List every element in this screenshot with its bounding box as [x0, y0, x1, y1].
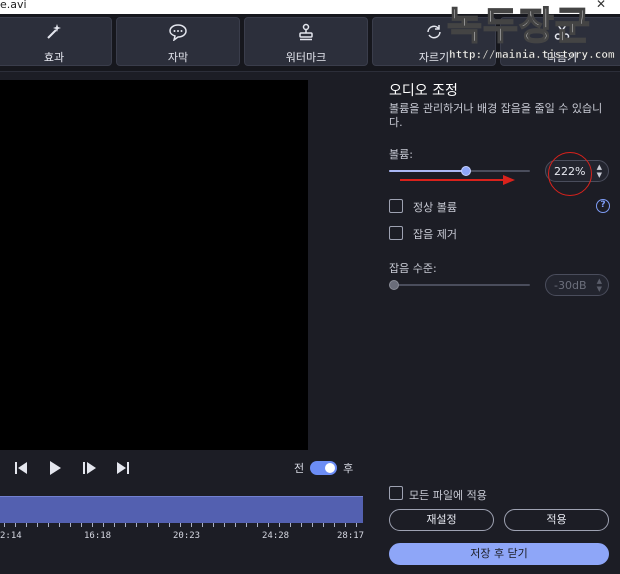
panel-title: 오디오 조정	[389, 83, 458, 99]
timeline-tick	[356, 523, 357, 527]
save-and-close-button[interactable]: 저장 후 닫기	[389, 543, 609, 565]
timeline-tick	[92, 523, 93, 527]
step-forward-icon	[83, 462, 96, 474]
timeline-tick	[169, 523, 170, 527]
timeline-tick	[334, 523, 335, 527]
timeline-track[interactable]	[0, 496, 363, 523]
audio-adjust-panel: 오디오 조정 볼륨을 관리하거나 배경 잡음을 줄일 수 있습니다. 볼륨: 2…	[377, 80, 620, 574]
panel-description: 볼륨을 관리하거나 배경 잡음을 줄일 수 있습니다.	[389, 102, 603, 129]
speech-bubble-icon	[117, 23, 239, 41]
timeline-tick	[136, 523, 137, 527]
timeline-tick	[158, 523, 159, 527]
previous-frame-button[interactable]	[12, 459, 30, 477]
tab-subtitles-label: 자막	[167, 51, 189, 64]
timeline-tick	[312, 523, 313, 527]
tab-effects-label: 효과	[43, 51, 65, 64]
noise-level-spinner[interactable]: -30dB ▲ ▼	[545, 274, 609, 296]
timeline-label: 20:23	[173, 531, 201, 541]
timeline-tick	[70, 523, 71, 527]
normalize-label: 정상 볼륨	[413, 201, 457, 214]
annotation-circle	[548, 152, 592, 196]
timeline-tick	[59, 523, 60, 527]
timeline-tick	[125, 523, 126, 527]
site-watermark: 녹두장군 http://mainia.tistory.com	[446, 2, 617, 80]
next-frame-button[interactable]	[80, 459, 98, 477]
timeline-tick	[26, 523, 27, 527]
watermark-text: 녹두장군	[446, 2, 591, 49]
magic-wand-icon	[0, 23, 111, 41]
skip-forward-icon	[117, 462, 129, 474]
timeline-tick	[147, 523, 148, 527]
timeline-tick	[103, 523, 104, 527]
timeline-label: 24:28	[262, 531, 290, 541]
noise-level-track	[389, 284, 530, 286]
timeline-tick	[235, 523, 236, 527]
timeline-label: 28:17	[337, 531, 365, 541]
spinner-arrows-icon[interactable]: ▲ ▼	[597, 163, 602, 179]
skip-to-end-button[interactable]	[114, 459, 132, 477]
reset-button[interactable]: 재설정	[389, 509, 494, 531]
noise-level-value: -30dB	[554, 279, 587, 292]
stamp-icon	[245, 23, 367, 41]
timeline-tick	[279, 523, 280, 527]
video-preview	[0, 80, 308, 450]
help-icon[interactable]: ?	[596, 199, 610, 213]
noise-remove-checkbox[interactable]	[389, 226, 403, 240]
noise-level-label: 잡음 수준:	[389, 262, 437, 275]
timeline-tick	[4, 523, 5, 527]
timeline-tick	[268, 523, 269, 527]
timeline-tick	[301, 523, 302, 527]
spinner-arrows-icon[interactable]: ▲ ▼	[597, 277, 602, 293]
tab-effects[interactable]: 효과	[0, 17, 112, 66]
tab-watermark[interactable]: 워터마크	[244, 17, 368, 66]
apply-all-label: 모든 파일에 적용	[409, 489, 487, 502]
timeline-tick	[15, 523, 16, 527]
timeline-tick	[213, 523, 214, 527]
watermark-url: http://mainia.tistory.com	[449, 48, 615, 61]
compare-after-label: 후	[343, 462, 354, 475]
play-icon	[50, 461, 61, 475]
timeline-tick	[202, 523, 203, 527]
timeline-tick	[180, 523, 181, 527]
timeline-tick	[246, 523, 247, 527]
timeline-tick	[257, 523, 258, 527]
volume-label: 볼륨:	[389, 148, 413, 161]
noise-level-handle[interactable]	[389, 280, 399, 290]
timeline-tick	[345, 523, 346, 527]
timeline-label: 16:18	[84, 531, 112, 541]
timeline-tick	[224, 523, 225, 527]
apply-all-checkbox[interactable]	[389, 486, 403, 500]
annotation-arrow-icon	[400, 175, 515, 185]
timeline-tick	[290, 523, 291, 527]
skip-back-icon	[15, 462, 27, 474]
tab-watermark-label: 워터마크	[285, 51, 327, 64]
apply-button[interactable]: 적용	[504, 509, 609, 531]
timeline-label: 2:14	[0, 531, 22, 541]
timeline-tick	[323, 523, 324, 527]
compare-toggle[interactable]	[310, 461, 338, 475]
timeline-tick	[114, 523, 115, 527]
noise-remove-label: 잡음 제거	[413, 228, 457, 241]
timeline-tick	[37, 523, 38, 527]
timeline-tick	[191, 523, 192, 527]
before-after-compare: 전 후	[294, 459, 353, 477]
noise-level-slider[interactable]	[389, 280, 530, 290]
normalize-checkbox[interactable]	[389, 199, 403, 213]
compare-before-label: 전	[294, 462, 305, 475]
timeline-tick	[48, 523, 49, 527]
window-title: e.avi	[0, 0, 27, 11]
volume-fill	[389, 170, 466, 172]
tab-subtitles[interactable]: 자막	[116, 17, 240, 66]
play-button[interactable]	[46, 459, 64, 477]
timeline-tick	[81, 523, 82, 527]
timeline-ruler	[0, 523, 363, 531]
